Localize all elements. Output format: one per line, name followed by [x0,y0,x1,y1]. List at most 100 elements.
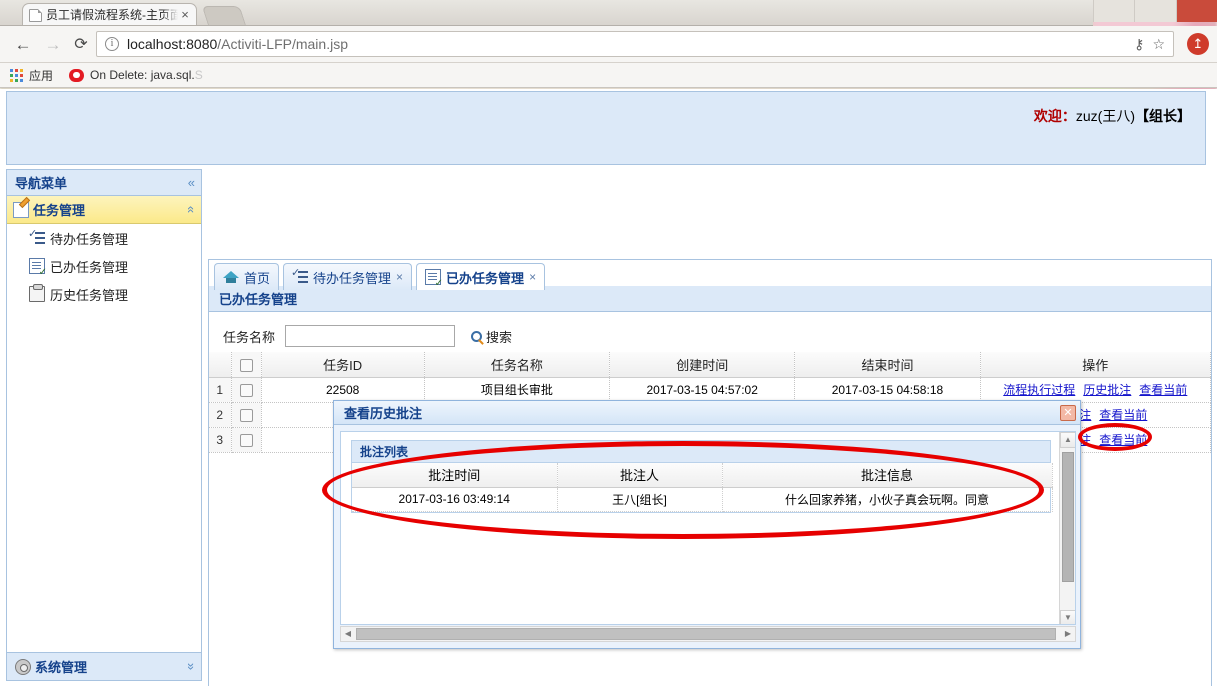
document-check-icon [29,258,47,278]
comment-table: 批注时间 批注人 批注信息 2017-03-16 03:49:14 王八[组长]… [352,463,1053,512]
star-icon[interactable]: ☆ [1152,36,1165,53]
column-header-comment-message: 批注信息 [722,463,1053,488]
sidebar-item-pending-tasks[interactable]: 待办任务管理 [7,224,201,252]
profile-avatar-icon[interactable]: ↥ [1187,33,1209,55]
forward-arrow-icon[interactable]: → [42,34,64,56]
table-header-row: 任务ID 任务名称 创建时间 结束时间 操作 [209,352,1212,378]
sidebar-group-system-management[interactable]: 系统管理 » [7,652,201,680]
link-view-current[interactable]: 查看当前 [1139,383,1187,397]
dialog-title: 查看历史批注 [344,406,423,421]
browser-navigation-bar: ← → ⟳ i localhost:8080/Activiti-LFP/main… [0,26,1217,63]
vertical-scroll-thumb[interactable] [1062,452,1074,582]
link-process-trace[interactable]: 流程执行过程 [1003,383,1075,397]
table-header-row: 批注时间 批注人 批注信息 [352,463,1053,488]
scroll-left-icon[interactable]: ◀ [341,627,355,641]
checklist-icon [28,227,45,246]
scroll-up-icon[interactable]: ▲ [1060,432,1075,448]
chevron-down-icon[interactable]: » [184,663,199,670]
column-header-task-name[interactable]: 任务名称 [424,352,611,378]
home-icon [223,269,239,285]
bookmark-item-text-dim: S [194,68,203,82]
info-icon[interactable]: i [105,37,119,51]
reload-icon[interactable]: ⟳ [70,34,92,56]
sidebar-group-label: 任务管理 [33,203,86,218]
window-close-button[interactable] [1175,0,1217,22]
scroll-right-icon[interactable]: ▶ [1061,627,1075,641]
select-all-checkbox[interactable] [239,358,253,372]
browser-tab[interactable]: 员工请假流程系统-主页面 × [22,3,197,26]
search-button-label: 搜索 [486,329,513,345]
collapse-sidebar-icon[interactable]: « [188,175,195,190]
url-path: /Activiti-LFP/main.jsp [217,36,348,52]
url-host: localhost:8080 [127,36,218,52]
column-header-create-time[interactable]: 创建时间 [609,352,796,378]
bookmark-item-label[interactable]: On Delete: java.sql.S [90,68,203,82]
scroll-down-icon[interactable]: ▼ [1060,610,1075,624]
sidebar-header: 导航菜单 « [7,170,201,196]
comment-list-panel: 批注列表 批注时间 批注人 批注信息 2017-03-16 03:49:14 王… [351,440,1053,513]
sidebar-group-task-management[interactable]: 任务管理 « [7,196,201,224]
horizontal-scroll-thumb[interactable] [356,628,1056,640]
comment-list-title: 批注列表 [360,445,409,459]
sidebar-title: 导航菜单 [15,176,68,191]
column-header-commenter: 批注人 [557,463,723,488]
link-view-current[interactable]: 查看当前 [1099,433,1147,447]
table-row[interactable]: 1 22508 项目组长审批 2017-03-15 04:57:02 2017-… [209,377,1212,403]
bookmark-bar: 应用 On Delete: java.sql.S [0,63,1217,88]
apps-grid-icon[interactable] [10,68,23,82]
sidebar-item-done-tasks[interactable]: 已办任务管理 [7,252,201,280]
close-icon[interactable]: × [529,270,536,284]
close-icon[interactable]: × [396,270,403,284]
row-checkbox[interactable] [239,433,253,447]
new-tab-button[interactable] [201,6,247,26]
select-all-header [231,352,262,378]
gear-icon [15,658,31,675]
row-select-cell [231,427,262,453]
column-header-end-time[interactable]: 结束时间 [794,352,981,378]
search-button[interactable]: 搜索 [471,327,512,346]
dialog-horizontal-scrollbar[interactable]: ◀ ▶ [340,626,1076,642]
cell-comment-time: 2017-03-16 03:49:14 [352,487,558,512]
sidebar: 导航菜单 « 任务管理 « 待办任务管理 已办任务管理 历史任务管理 系统管理 … [6,169,202,681]
bookmark-apps-label[interactable]: 应用 [29,67,53,84]
rownum-header [209,352,232,378]
link-history-comments[interactable]: 历史批注 [1083,383,1131,397]
history-icon [29,284,45,302]
minimize-button[interactable] [1093,0,1135,22]
link-view-current[interactable]: 查看当前 [1099,408,1147,422]
dialog-title-bar: 查看历史批注 ✕ [334,401,1080,425]
checklist-icon [291,266,309,285]
tab-done-tasks[interactable]: 已办任务管理 × [416,263,546,290]
search-input[interactable] [285,325,456,347]
row-checkbox[interactable] [239,408,253,422]
welcome-prefix: 欢迎： [1033,108,1076,124]
close-icon[interactable]: × [178,8,192,22]
column-header-task-id[interactable]: 任务ID [261,352,425,378]
cell-operations: 流程执行过程 历史批注 查看当前 [980,377,1212,403]
welcome-user: zuz(王八) [1075,108,1135,124]
welcome-role: 【组长】 [1135,108,1191,124]
tab-pending-tasks[interactable]: 待办任务管理 × [283,263,413,290]
page-favicon-icon [29,8,42,22]
search-icon [471,330,483,342]
row-checkbox[interactable] [239,383,253,397]
row-number: 2 [209,402,232,428]
sidebar-item-history-tasks[interactable]: 历史任务管理 [7,280,201,308]
column-header-comment-time: 批注时间 [352,463,558,488]
address-bar[interactable]: i localhost:8080/Activiti-LFP/main.jsp ⚷… [96,31,1174,57]
cell-task-name: 项目组长审批 [424,377,611,403]
dialog-vertical-scrollbar[interactable]: ▲ ▼ [1059,432,1075,624]
tab-home[interactable]: 首页 [214,263,280,290]
chevron-up-icon[interactable]: « [184,206,199,213]
browser-tab-strip: 员工请假流程系统-主页面 × [0,0,1093,26]
column-header-operations[interactable]: 操作 [980,352,1212,378]
tab-label: 已办任务管理 [446,270,525,286]
tab-label: 首页 [244,270,271,286]
maximize-button[interactable] [1134,0,1176,22]
key-icon[interactable]: ⚷ [1134,36,1144,53]
close-icon[interactable]: ✕ [1060,404,1076,421]
page-viewport: 欢迎：zuz(王八)【组长】 导航菜单 « 任务管理 « 待办任务管理 已办任务… [0,89,1217,686]
back-arrow-icon[interactable]: ← [12,34,34,56]
browser-tab-title: 员工请假流程系统-主页面 [46,8,178,22]
address-bar-url: localhost:8080/Activiti-LFP/main.jsp [127,36,1126,52]
